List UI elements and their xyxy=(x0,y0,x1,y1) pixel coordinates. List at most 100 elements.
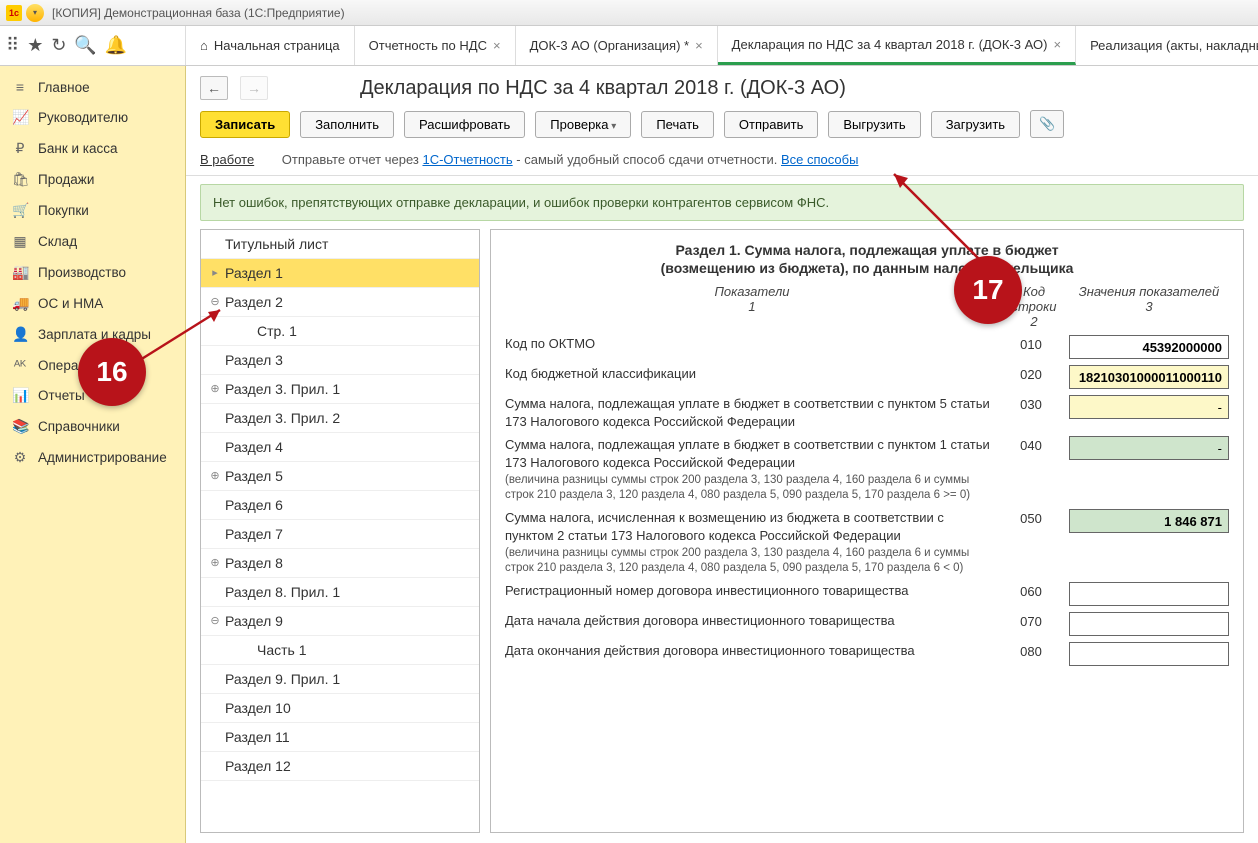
sidebar-item-1[interactable]: 📈Руководителю xyxy=(0,102,185,133)
sidebar-item-5[interactable]: ▦Склад xyxy=(0,226,185,257)
tree-item-11[interactable]: ⊕ Раздел 8 xyxy=(201,549,479,578)
section-tree[interactable]: Титульный лист▸Раздел 1⊖Раздел 2Стр. 1Ра… xyxy=(200,229,480,833)
check-button[interactable]: Проверка xyxy=(535,111,631,138)
tree-item-6[interactable]: Раздел 3. Прил. 2 xyxy=(201,404,479,433)
nav-forward-button[interactable]: → xyxy=(240,76,268,100)
field-input-020[interactable] xyxy=(1069,365,1229,389)
apps-icon[interactable]: ⠿ xyxy=(6,35,19,56)
home-icon: ⌂ xyxy=(200,38,208,53)
tree-item-18[interactable]: Раздел 12 xyxy=(201,752,479,781)
field-row-010: Код по ОКТМО010 xyxy=(505,335,1229,359)
tab-label: Отчетность по НДС xyxy=(369,38,487,53)
col-header-3: Значения показателей3 xyxy=(1069,284,1229,329)
tree-expander-icon[interactable]: ⊖ xyxy=(209,614,221,627)
field-input-010[interactable] xyxy=(1069,335,1229,359)
tree-label: Раздел 4 xyxy=(225,439,283,455)
status-link-1[interactable]: 1С-Отчетность xyxy=(422,152,512,167)
field-input-040[interactable] xyxy=(1069,436,1229,460)
tab-0[interactable]: ⌂Начальная страница xyxy=(186,26,355,65)
decode-button[interactable]: Расшифровать xyxy=(404,111,525,138)
tree-item-2[interactable]: ⊖Раздел 2 xyxy=(201,288,479,317)
write-button[interactable]: Записать xyxy=(200,111,290,138)
tree-item-5[interactable]: ⊕Раздел 3. Прил. 1 xyxy=(201,375,479,404)
sidebar-item-6[interactable]: 🏭Производство xyxy=(0,257,185,288)
tree-expander-icon[interactable]: ▸ xyxy=(209,266,221,279)
sidebar-icon: 📊 xyxy=(12,387,28,404)
sidebar-item-11[interactable]: 📚Справочники xyxy=(0,411,185,442)
tree-item-1[interactable]: ▸ Раздел 1 xyxy=(201,259,479,288)
tree-item-16[interactable]: Раздел 10 xyxy=(201,694,479,723)
toolbar-quick: ⠿ ★ ↻ 🔍 🔔 xyxy=(0,26,186,65)
tree-expander-icon[interactable]: ⊕ xyxy=(209,469,221,482)
sidebar-label: Банк и касса xyxy=(38,141,118,156)
tab-close-icon[interactable]: × xyxy=(695,38,703,53)
tree-item-17[interactable]: Раздел 11 xyxy=(201,723,479,752)
sidebar-item-12[interactable]: ⚙Администрирование xyxy=(0,442,185,473)
bell-icon[interactable]: 🔔 xyxy=(105,35,127,56)
nav-back-button[interactable]: ← xyxy=(200,76,228,100)
tree-label: Раздел 6 xyxy=(225,497,283,513)
tree-expander-icon[interactable]: ⊕ xyxy=(209,382,221,395)
field-input-030[interactable] xyxy=(1069,395,1229,419)
tree-expander-icon[interactable]: ⊕ xyxy=(209,556,221,569)
tab-3[interactable]: Декларация по НДС за 4 квартал 2018 г. (… xyxy=(718,26,1076,65)
page-header: ← → Декларация по НДС за 4 квартал 2018 … xyxy=(186,66,1258,104)
tab-4[interactable]: Реализация (акты, накладные)× xyxy=(1076,26,1258,65)
sidebar-icon: ▦ xyxy=(12,233,28,250)
tree-label: Раздел 1 xyxy=(225,265,283,281)
print-button[interactable]: Печать xyxy=(641,111,714,138)
tree-label: Раздел 3. Прил. 2 xyxy=(225,410,340,426)
field-input-080[interactable] xyxy=(1069,642,1229,666)
history-icon[interactable]: ↻ xyxy=(51,35,66,56)
field-input-070[interactable] xyxy=(1069,612,1229,636)
sidebar-item-4[interactable]: 🛒Покупки xyxy=(0,195,185,226)
status-link-2[interactable]: Все способы xyxy=(781,152,858,167)
tab-close-icon[interactable]: × xyxy=(1053,37,1061,52)
field-input-060[interactable] xyxy=(1069,582,1229,606)
tree-item-15[interactable]: Раздел 9. Прил. 1 xyxy=(201,665,479,694)
tab-label: Декларация по НДС за 4 квартал 2018 г. (… xyxy=(732,37,1048,52)
tab-close-icon[interactable]: × xyxy=(493,38,501,53)
sidebar-item-0[interactable]: ≡Главное xyxy=(0,72,185,102)
fill-button[interactable]: Заполнить xyxy=(300,111,394,138)
tab-2[interactable]: ДОК-3 АО (Организация) *× xyxy=(516,26,718,65)
tree-label: Раздел 8 xyxy=(225,555,283,571)
sidebar-label: ОС и НМА xyxy=(38,296,103,311)
tree-item-9[interactable]: Раздел 6 xyxy=(201,491,479,520)
tab-strip: ⌂Начальная страницаОтчетность по НДС×ДОК… xyxy=(186,26,1258,65)
tree-label: Раздел 12 xyxy=(225,758,291,774)
sidebar-label: Администрирование xyxy=(38,450,167,465)
star-icon[interactable]: ★ xyxy=(27,35,43,56)
import-button[interactable]: Загрузить xyxy=(931,111,1020,138)
tree-item-14[interactable]: Часть 1 xyxy=(201,636,479,665)
app-menu-dropdown[interactable]: ▾ xyxy=(26,4,44,22)
status-work-link[interactable]: В работе xyxy=(200,152,254,167)
tree-item-8[interactable]: ⊕Раздел 5 xyxy=(201,462,479,491)
send-button[interactable]: Отправить xyxy=(724,111,818,138)
tree-item-13[interactable]: ⊖Раздел 9 xyxy=(201,607,479,636)
attach-button[interactable]: 📎 xyxy=(1030,110,1064,138)
field-label: Дата окончания действия договора инвести… xyxy=(505,642,993,660)
tree-item-4[interactable]: Раздел 3 xyxy=(201,346,479,375)
export-button[interactable]: Выгрузить xyxy=(828,111,920,138)
tree-item-7[interactable]: Раздел 4 xyxy=(201,433,479,462)
tree-item-10[interactable]: Раздел 7 xyxy=(201,520,479,549)
field-input-050[interactable] xyxy=(1069,509,1229,533)
tree-item-12[interactable]: Раздел 8. Прил. 1 xyxy=(201,578,479,607)
field-row-030: Сумма налога, подлежащая уплате в бюджет… xyxy=(505,395,1229,430)
sidebar-label: Продажи xyxy=(38,172,94,187)
app-logo-icon: 1c xyxy=(6,5,22,21)
sidebar-icon: 🏭 xyxy=(12,264,28,281)
sidebar-label: Главное xyxy=(38,80,90,95)
search-icon[interactable]: 🔍 xyxy=(74,35,96,56)
status-row: В работе Отправьте отчет через 1С-Отчетн… xyxy=(186,148,1258,176)
field-note: (величина разницы суммы строк 200 раздел… xyxy=(505,546,993,576)
tree-item-3[interactable]: Стр. 1 xyxy=(201,317,479,346)
sidebar-item-3[interactable]: 🛍Продажи xyxy=(0,164,185,195)
tab-1[interactable]: Отчетность по НДС × xyxy=(355,26,516,65)
sidebar-item-2[interactable]: ₽Банк и касса xyxy=(0,133,185,164)
field-code: 070 xyxy=(1001,612,1061,629)
tree-label: Титульный лист xyxy=(225,236,328,252)
field-code: 080 xyxy=(1001,642,1061,659)
tree-item-0[interactable]: Титульный лист xyxy=(201,230,479,259)
